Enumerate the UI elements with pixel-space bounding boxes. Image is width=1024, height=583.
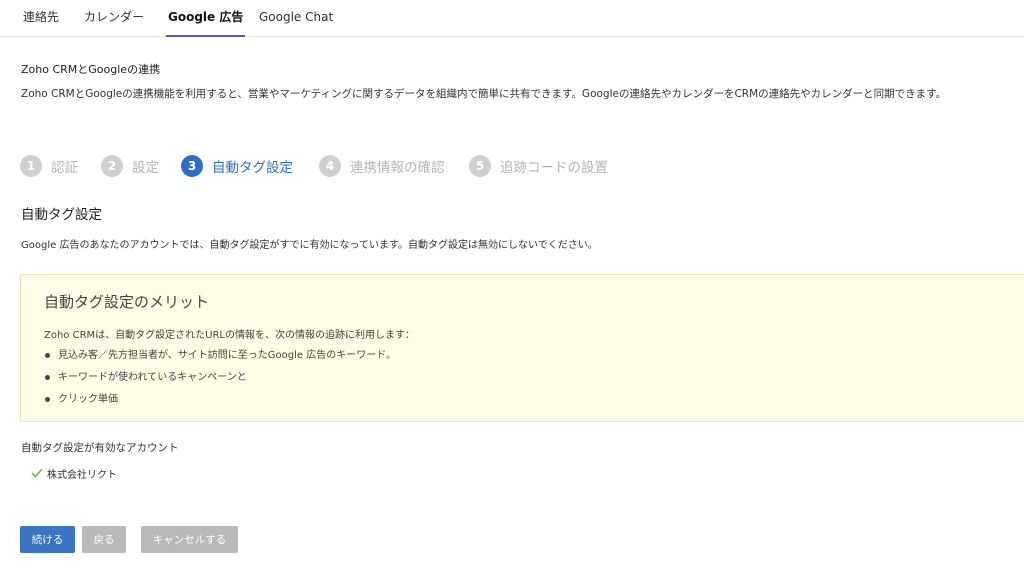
cancel-button[interactable]: キャンセルする: [141, 526, 238, 553]
benefit-lead: Zoho CRMは、自動タグ設定されたURLの情報を、次の情報の追跡に利用します…: [44, 330, 416, 341]
step-settings: 2 設定: [101, 152, 159, 180]
tab-google-chat[interactable]: Google Chat: [259, 0, 333, 37]
check-icon: [31, 468, 43, 478]
list-item: キーワードが使われているキャンペーンと: [44, 369, 396, 391]
continue-button[interactable]: 続ける: [20, 526, 75, 553]
bullet-icon: [45, 397, 50, 402]
step-label: 設定: [132, 160, 159, 176]
account-name: 株式会社リクト: [47, 469, 117, 481]
section-title: Zoho CRMとGoogleの連携: [21, 63, 161, 76]
step-number: 3: [181, 155, 203, 177]
stepper: 1 認証 2 設定 3 自動タグ設定 4 連携情報の確認 5 追跡コードの設置: [20, 152, 1020, 180]
benefit-item-text: クリック単価: [58, 394, 118, 405]
step-confirm-integration: 4 連携情報の確認: [319, 152, 445, 180]
list-item: 見込み客／先方担当者が、サイト訪問に至ったGoogle 広告のキーワード。: [44, 347, 396, 369]
page-heading: 自動タグ設定: [21, 207, 102, 223]
tab-bar: 連絡先 カレンダー Google 広告 Google Chat: [0, 0, 1024, 37]
step-label: 追跡コードの設置: [500, 160, 608, 176]
back-button[interactable]: 戻る: [82, 526, 126, 553]
step-number: 2: [101, 155, 123, 177]
benefit-title: 自動タグ設定のメリット: [44, 293, 210, 311]
benefit-panel: 自動タグ設定のメリット Zoho CRMは、自動タグ設定されたURLの情報を、次…: [20, 274, 1024, 422]
bullet-icon: [45, 375, 50, 380]
step-number: 5: [469, 155, 491, 177]
benefit-item-text: 見込み客／先方担当者が、サイト訪問に至ったGoogle 広告のキーワード。: [58, 350, 397, 361]
tab-calendar[interactable]: カレンダー: [84, 0, 144, 37]
benefit-item-text: キーワードが使われているキャンペーンと: [58, 372, 247, 383]
step-auto-tagging: 3 自動タグ設定: [181, 152, 293, 180]
benefit-list: 見込み客／先方担当者が、サイト訪問に至ったGoogle 広告のキーワード。 キー…: [44, 347, 396, 413]
page-note: Google 広告のあなたのアカウントでは、自動タグ設定がすでに有効になっていま…: [21, 240, 598, 251]
step-label: 連携情報の確認: [350, 160, 445, 176]
step-label: 認証: [51, 160, 78, 176]
step-authentication: 1 認証: [20, 152, 78, 180]
step-number: 1: [20, 155, 42, 177]
tab-contacts[interactable]: 連絡先: [23, 0, 59, 37]
step-number: 4: [319, 155, 341, 177]
section-description: Zoho CRMとGoogleの連携機能を利用すると、営業やマーケティングに関す…: [21, 88, 947, 100]
list-item: クリック単価: [44, 391, 396, 413]
bullet-icon: [45, 353, 50, 358]
accounts-heading: 自動タグ設定が有効なアカウント: [21, 442, 179, 454]
step-tracking-code: 5 追跡コードの設置: [469, 152, 608, 180]
account-item: 株式会社リクト: [31, 465, 117, 481]
step-label: 自動タグ設定: [212, 160, 293, 176]
tab-google-ads[interactable]: Google 広告: [165, 0, 246, 37]
